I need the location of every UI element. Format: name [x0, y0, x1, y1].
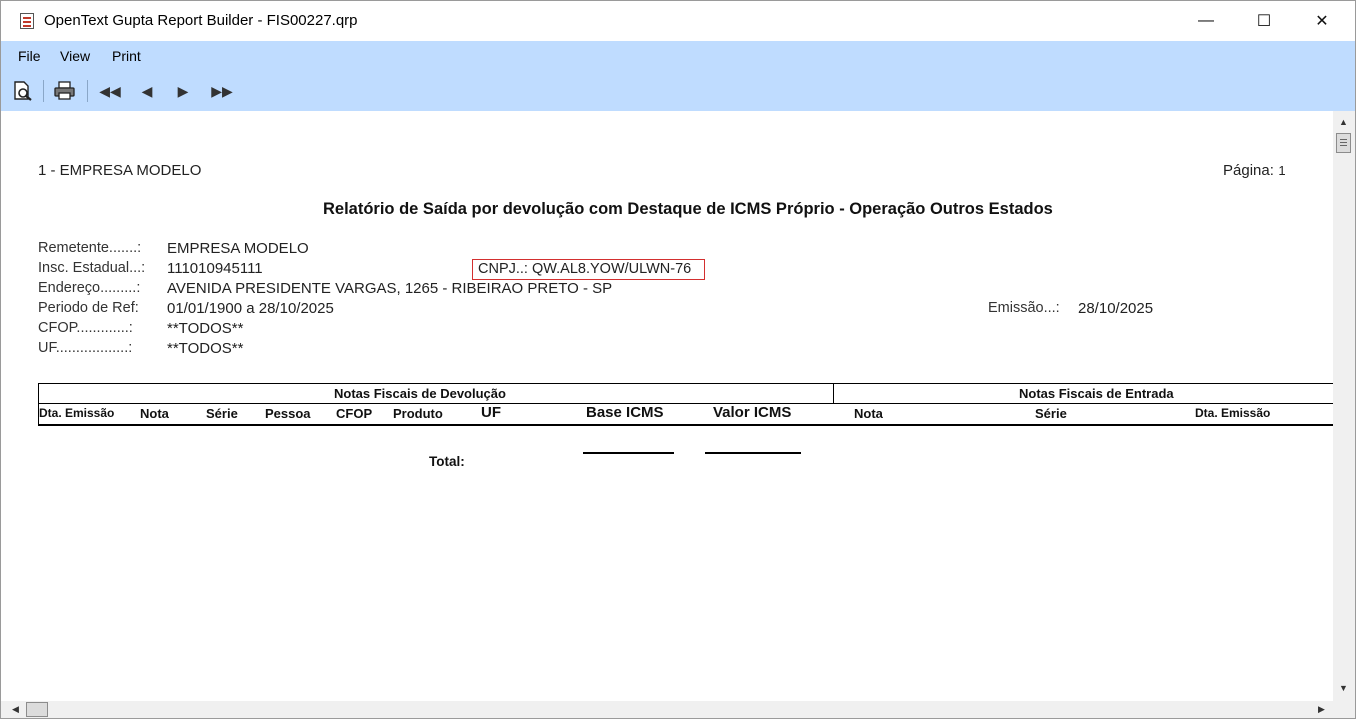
scroll-right-icon[interactable]: ▶ [1318, 704, 1325, 715]
app-window: OpenText Gupta Report Builder - FIS00227… [0, 0, 1356, 719]
remetente-value: EMPRESA MODELO [167, 240, 309, 257]
column-header: Nota [854, 406, 883, 421]
next-page-icon[interactable]: ▶ [173, 80, 193, 102]
window-title: OpenText Gupta Report Builder - FIS00227… [44, 12, 358, 29]
vertical-scrollbar[interactable]: ▲ ▼ [1333, 111, 1355, 701]
report-title: Relatório de Saída por devolução com Des… [323, 200, 1053, 218]
cnpj-field: CNPJ..: QW.AL8.YOW/ULWN-76 [472, 259, 705, 280]
horizontal-scrollbar[interactable]: ◀ ▶ [1, 701, 1355, 718]
menu-print[interactable]: Print [112, 48, 141, 64]
table-bottom-border [38, 424, 1333, 426]
table-group-separator [833, 383, 834, 404]
emissao-value: 28/10/2025 [1078, 300, 1154, 317]
scroll-left-icon[interactable]: ◀ [12, 704, 19, 715]
column-header: Base ICMS [586, 404, 664, 421]
maximize-button[interactable]: ☐ [1235, 1, 1293, 41]
page-number: 1 [1278, 163, 1286, 178]
column-header: Nota [140, 406, 169, 421]
insc-estadual-label: Insc. Estadual...: [38, 260, 146, 276]
column-header: Valor ICMS [713, 404, 792, 421]
page-label: Página: [1223, 162, 1274, 179]
menu-view[interactable]: View [60, 48, 90, 64]
uf-label: UF..................: [38, 340, 133, 356]
endereco-label: Endereço.........: [38, 280, 141, 296]
emissao-label: Emissão...: [988, 300, 1060, 316]
horizontal-scrollbar-thumb[interactable] [26, 702, 48, 717]
menu-bar: File View Print [1, 41, 1355, 72]
column-header: Dta. Emissão [39, 406, 115, 420]
print-preview-icon[interactable] [11, 80, 35, 102]
periodo-value: 01/01/1900 a 28/10/2025 [167, 300, 334, 317]
column-header: Produto [393, 406, 443, 421]
page-indicator: Página: 1 [1223, 162, 1286, 180]
remetente-label: Remetente.......: [38, 240, 142, 256]
cfop-value: **TODOS** [167, 320, 244, 337]
close-button[interactable]: ✕ [1293, 1, 1351, 41]
periodo-label: Periodo de Ref: [38, 300, 139, 316]
minimize-button[interactable]: — [1177, 1, 1235, 41]
toolbar-separator [87, 80, 88, 102]
column-header: UF [481, 404, 501, 421]
report-builder-icon [20, 13, 34, 29]
toolbar: ◀◀ ◀ ▶ ▶▶ [1, 72, 1355, 111]
scroll-down-icon[interactable]: ▼ [1339, 683, 1348, 693]
last-page-icon[interactable]: ▶▶ [207, 80, 237, 102]
toolbar-separator [43, 80, 44, 102]
uf-value: **TODOS** [167, 340, 244, 357]
table-group-divider [38, 403, 1333, 404]
column-header: Série [206, 406, 238, 421]
report-page: 1 - EMPRESA MODELO Página: 1 Relatório d… [1, 111, 1333, 701]
column-header: Série [1035, 406, 1067, 421]
total-valor-icms-line [705, 452, 801, 454]
cfop-label: CFOP.............: [38, 320, 133, 336]
total-label: Total: [429, 454, 465, 469]
group-header-entrada: Notas Fiscais de Entrada [1019, 386, 1174, 401]
scroll-up-icon[interactable]: ▲ [1339, 117, 1348, 127]
endereco-value: AVENIDA PRESIDENTE VARGAS, 1265 - RIBEIR… [167, 280, 613, 297]
total-base-icms-line [583, 452, 674, 454]
printer-icon[interactable] [52, 80, 78, 102]
group-header-devolucao: Notas Fiscais de Devolução [334, 386, 506, 401]
company-name: 1 - EMPRESA MODELO [38, 162, 202, 179]
title-bar: OpenText Gupta Report Builder - FIS00227… [1, 1, 1355, 41]
menu-file[interactable]: File [18, 48, 41, 64]
column-header: Pessoa [265, 406, 311, 421]
column-header: Dta. Emissão [1195, 406, 1271, 420]
insc-estadual-value: 111010945111 [167, 260, 263, 277]
column-header: CFOP [336, 406, 373, 421]
previous-page-icon[interactable]: ◀ [137, 80, 157, 102]
table-top-border [38, 383, 1333, 384]
first-page-icon[interactable]: ◀◀ [95, 80, 125, 102]
scrollbar-thumb[interactable] [1336, 133, 1351, 153]
